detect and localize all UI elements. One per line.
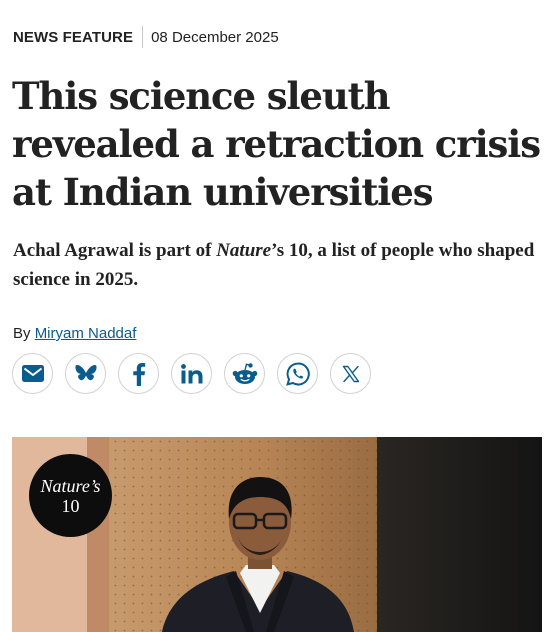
standfirst-text-start: Achal Agrawal is part of [13, 240, 217, 261]
share-x-button[interactable] [330, 353, 371, 394]
share-linkedin-button[interactable] [171, 353, 212, 394]
reddit-icon [232, 362, 258, 385]
publication-date: 08 December 2025 [151, 28, 279, 46]
hero-image: Nature’s 10 [12, 437, 542, 632]
email-icon [21, 365, 44, 382]
share-facebook-button[interactable] [118, 353, 159, 394]
byline-prefix: By [13, 325, 35, 342]
meta-divider [142, 26, 144, 48]
badge-number: 10 [61, 495, 80, 516]
standfirst-journal-name: Nature [216, 240, 272, 261]
linkedin-icon [180, 363, 203, 384]
byline: By Miryam Naddaf [13, 325, 136, 342]
facebook-icon [132, 362, 146, 386]
article-headline: This science sleuth revealed a retractio… [12, 74, 541, 214]
whatsapp-icon [285, 361, 310, 386]
share-whatsapp-button[interactable] [277, 353, 318, 394]
badge-title: Nature’s [40, 475, 101, 496]
share-bluesky-button[interactable] [65, 353, 106, 394]
article-meta: NEWS FEATURE 08 December 2025 [13, 26, 279, 48]
share-email-button[interactable] [12, 353, 53, 394]
share-buttons [12, 353, 383, 394]
x-icon [342, 365, 360, 383]
author-link[interactable]: Miryam Naddaf [35, 325, 137, 342]
share-reddit-button[interactable] [224, 353, 265, 394]
bluesky-icon [74, 364, 97, 384]
article-standfirst: Achal Agrawal is part of Nature’s 10, a … [13, 236, 543, 294]
natures-10-badge: Nature’s 10 [29, 454, 112, 537]
article-type-label: NEWS FEATURE [13, 28, 134, 46]
